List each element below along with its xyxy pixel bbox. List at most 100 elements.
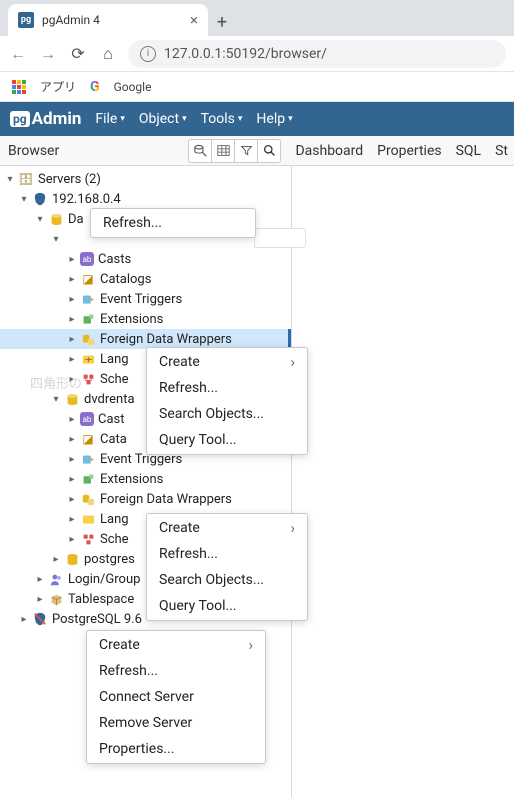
menu-item-connect-server[interactable]: Connect Server xyxy=(87,684,265,710)
expand-icon[interactable]: ▸ xyxy=(34,574,46,585)
bookmarks-bar: アプリ G Google xyxy=(0,72,514,102)
content-tabs: Dashboard Properties SQL St xyxy=(281,143,508,159)
tree-fdw-selected[interactable]: ▸Foreign Data Wrappers xyxy=(0,329,291,349)
site-info-icon[interactable]: i xyxy=(140,46,156,62)
tab-sql[interactable]: SQL xyxy=(456,143,481,159)
tree-catalogs[interactable]: ▸◪Catalogs xyxy=(0,269,291,289)
address-bar[interactable]: i 127.0.0.1:50192/browser/ xyxy=(128,40,506,68)
postgres-icon xyxy=(32,191,48,207)
expand-icon[interactable]: ▸ xyxy=(66,254,78,265)
query-tool-icon[interactable] xyxy=(188,139,212,163)
menu-item-refresh[interactable]: Refresh... xyxy=(87,658,265,684)
forward-button: → xyxy=(38,44,58,64)
toolbar-group xyxy=(189,139,281,163)
extension-icon xyxy=(80,471,96,487)
tree-extensions-2[interactable]: ▸Extensions xyxy=(0,469,291,489)
tab-dashboard[interactable]: Dashboard xyxy=(295,143,363,159)
menu-tools[interactable]: Tools▾ xyxy=(201,111,243,127)
expand-icon[interactable]: ▸ xyxy=(66,514,78,525)
expand-icon[interactable]: ▸ xyxy=(34,594,46,605)
tab-properties[interactable]: Properties xyxy=(377,143,441,159)
collapse-icon[interactable]: ▾ xyxy=(50,234,62,245)
tree-extensions[interactable]: ▸Extensions xyxy=(0,309,291,329)
database-icon xyxy=(64,551,80,567)
label: Casts xyxy=(98,252,131,267)
label: dvdrenta xyxy=(84,392,135,407)
filter-icon[interactable] xyxy=(234,139,258,163)
collapse-icon[interactable]: ▾ xyxy=(50,394,62,405)
bookmark-google[interactable]: Google xyxy=(114,80,152,94)
reload-button[interactable]: ⟳ xyxy=(68,44,88,63)
menu-item-search-objects[interactable]: Search Objects... xyxy=(147,401,307,427)
label: PostgreSQL 9.6 xyxy=(52,612,142,627)
expand-icon[interactable]: ▸ xyxy=(66,274,78,285)
expand-icon[interactable]: ▸ xyxy=(66,334,78,345)
expand-icon[interactable]: ▸ xyxy=(66,494,78,505)
expand-icon[interactable]: ▸ xyxy=(66,474,78,485)
pgadmin-favicon: pg xyxy=(18,12,34,28)
tree-host[interactable]: ▾ 192.168.0.4 xyxy=(0,189,291,209)
collapse-icon[interactable]: ▾ xyxy=(4,174,16,185)
label: Event Triggers xyxy=(100,292,182,307)
tab-statistics[interactable]: St xyxy=(495,143,508,159)
chevron-down-icon: ▾ xyxy=(238,114,243,124)
event-trigger-icon xyxy=(80,291,96,307)
view-data-icon[interactable] xyxy=(211,139,235,163)
database-icon xyxy=(48,211,64,227)
menu-item-create[interactable]: Create xyxy=(147,349,307,375)
menu-item-refresh[interactable]: Refresh... xyxy=(147,541,307,567)
logo-text: Admin xyxy=(32,109,82,129)
expand-icon[interactable]: ▸ xyxy=(18,614,30,625)
expand-icon[interactable]: ▸ xyxy=(66,434,78,445)
fdw-icon xyxy=(80,331,96,347)
expand-icon[interactable]: ▸ xyxy=(66,354,78,365)
label: postgres xyxy=(84,552,135,567)
collapse-icon[interactable]: ▾ xyxy=(18,194,30,205)
menu-item-create[interactable]: Create xyxy=(87,632,265,658)
expand-icon[interactable]: ▸ xyxy=(66,534,78,545)
schema-icon xyxy=(80,531,96,547)
collapse-icon[interactable]: ▾ xyxy=(34,214,46,225)
chrome-toolbar: ← → ⟳ ⌂ i 127.0.0.1:50192/browser/ xyxy=(0,36,514,72)
google-icon[interactable]: G xyxy=(90,79,100,95)
menu-object[interactable]: Object▾ xyxy=(139,111,187,127)
tree-servers[interactable]: ▾🗄Servers (2) xyxy=(0,169,291,189)
search-icon[interactable] xyxy=(257,139,281,163)
new-tab-button[interactable]: + xyxy=(208,8,236,36)
home-button[interactable]: ⌂ xyxy=(98,44,118,64)
browser-tab[interactable]: pg pgAdmin 4 × xyxy=(8,4,208,36)
back-button[interactable]: ← xyxy=(8,44,28,64)
menu-help[interactable]: Help▾ xyxy=(256,111,292,127)
expand-icon[interactable]: ▸ xyxy=(66,314,78,325)
pgadmin-logo[interactable]: pg Admin xyxy=(10,109,81,129)
menu-item-create[interactable]: Create xyxy=(147,515,307,541)
menu-item-remove-server[interactable]: Remove Server xyxy=(87,710,265,736)
label: 192.168.0.4 xyxy=(52,192,121,207)
menu-item-query-tool[interactable]: Query Tool... xyxy=(147,593,307,619)
chevron-down-icon: ▾ xyxy=(288,114,293,124)
menu-item-search-objects[interactable]: Search Objects... xyxy=(147,567,307,593)
expand-icon[interactable]: ▸ xyxy=(50,554,62,565)
context-menu-fdw: Create Refresh... Search Objects... Quer… xyxy=(146,347,308,455)
panel-title: Browser xyxy=(6,143,189,159)
expand-icon[interactable]: ▸ xyxy=(66,454,78,465)
bookmark-apps[interactable]: アプリ xyxy=(40,78,76,95)
close-tab-icon[interactable]: × xyxy=(190,11,198,29)
menu-item-refresh[interactable]: Refresh... xyxy=(147,375,307,401)
tree-fdw-2[interactable]: ▸Foreign Data Wrappers xyxy=(0,489,291,509)
expand-icon[interactable]: ▸ xyxy=(66,414,78,425)
apps-icon[interactable] xyxy=(12,80,26,94)
main-menu: File▾ Object▾ Tools▾ Help▾ xyxy=(95,111,292,127)
expand-icon[interactable]: ▸ xyxy=(66,294,78,305)
menu-item-properties[interactable]: Properties... xyxy=(87,736,265,762)
label: Login/Group xyxy=(68,572,140,587)
event-trigger-icon xyxy=(80,451,96,467)
menu-file[interactable]: File▾ xyxy=(95,111,125,127)
menu-item-refresh[interactable]: Refresh... xyxy=(91,210,255,236)
chrome-tabbar: pg pgAdmin 4 × + xyxy=(0,0,514,36)
catalog-icon: ◪ xyxy=(80,431,96,447)
label: Cata xyxy=(100,432,127,447)
tree-casts[interactable]: ▸abCasts xyxy=(0,249,291,269)
menu-item-query-tool[interactable]: Query Tool... xyxy=(147,427,307,453)
tree-event-triggers[interactable]: ▸ Event Triggers xyxy=(0,289,291,309)
